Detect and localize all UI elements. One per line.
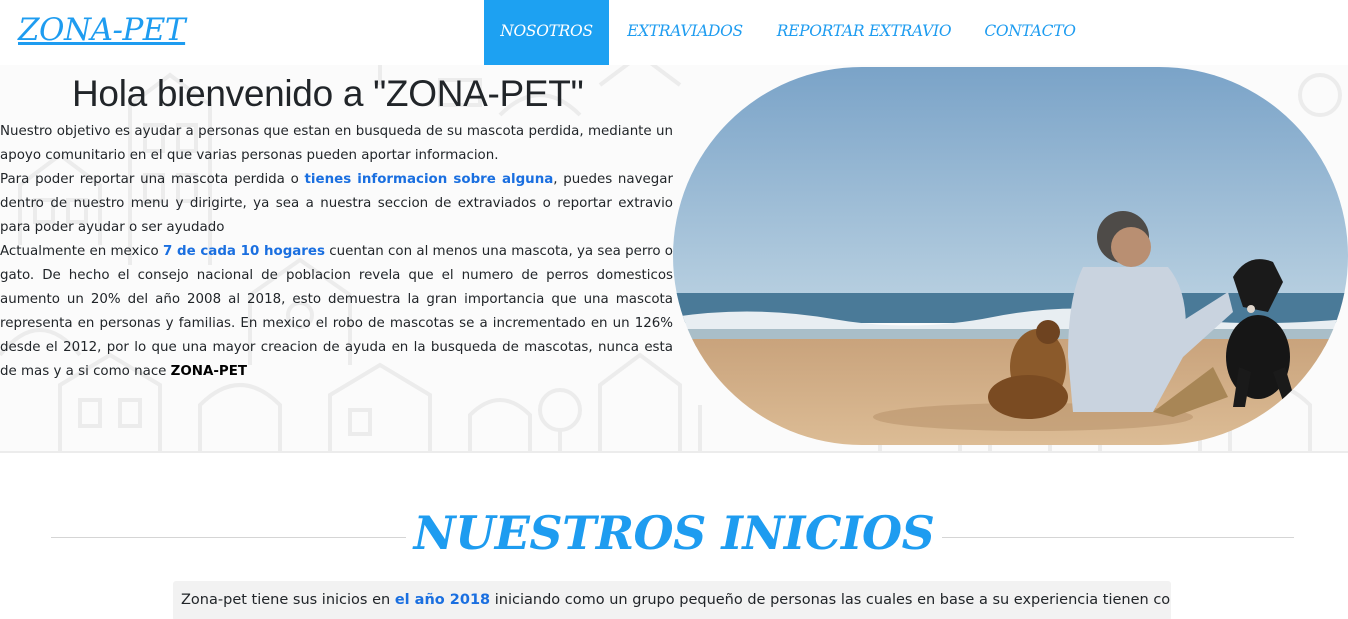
hero-paragraph-2: Para poder reportar una mascota perdida … [0, 168, 673, 240]
nav-contacto[interactable]: CONTACTO [975, 0, 1085, 65]
navbar: ZONA-PET NOSOTROS EXTRAVIADOS REPORTAR E… [0, 0, 1348, 65]
highlight-text: 7 de cada 10 hogares [163, 244, 325, 259]
hero-title: Hola bienvenido a "ZONA-PET" [72, 73, 584, 114]
text-span: Actualmente en mexico [0, 244, 164, 259]
nav-extraviados[interactable]: EXTRAVIADOS [616, 0, 754, 65]
highlight-text: tienes informacion sobre alguna [304, 172, 554, 187]
nav-nosotros[interactable]: NOSOTROS [484, 0, 609, 65]
hero-description: Nuestro objetivo es ayudar a personas qu… [0, 120, 673, 384]
hero-section: Hola bienvenido a "ZONA-PET" Nuestro obj… [0, 65, 1348, 453]
text-span: Zona-pet tiene sus inicios en [181, 592, 395, 608]
brand-logo-link[interactable]: ZONA-PET [18, 12, 186, 48]
section-text-box: Zona-pet tiene sus inicios en el año 201… [173, 581, 1171, 619]
hero-paragraph-1: Nuestro objetivo es ayudar a personas qu… [0, 124, 673, 163]
section-title-text: NUESTROS INICIOS [405, 506, 943, 560]
text-span: iniciando como un grupo pequeño de perso… [490, 592, 1171, 608]
text-span: cuentan con al menos una mascota, ya sea… [0, 244, 673, 379]
brand-bold-text: ZONA-PET [170, 364, 247, 379]
text-span: Para poder reportar una mascota perdida … [0, 172, 305, 187]
nav-reportar-extravio[interactable]: REPORTAR EXTRAVIO [766, 0, 962, 65]
beach-dogs-photo [673, 67, 1348, 445]
hero-paragraph-3: Actualmente en mexico 7 de cada 10 hogar… [0, 240, 673, 384]
highlight-text: el año 2018 [394, 592, 491, 608]
section-title: NUESTROS INICIOS [0, 506, 1348, 560]
